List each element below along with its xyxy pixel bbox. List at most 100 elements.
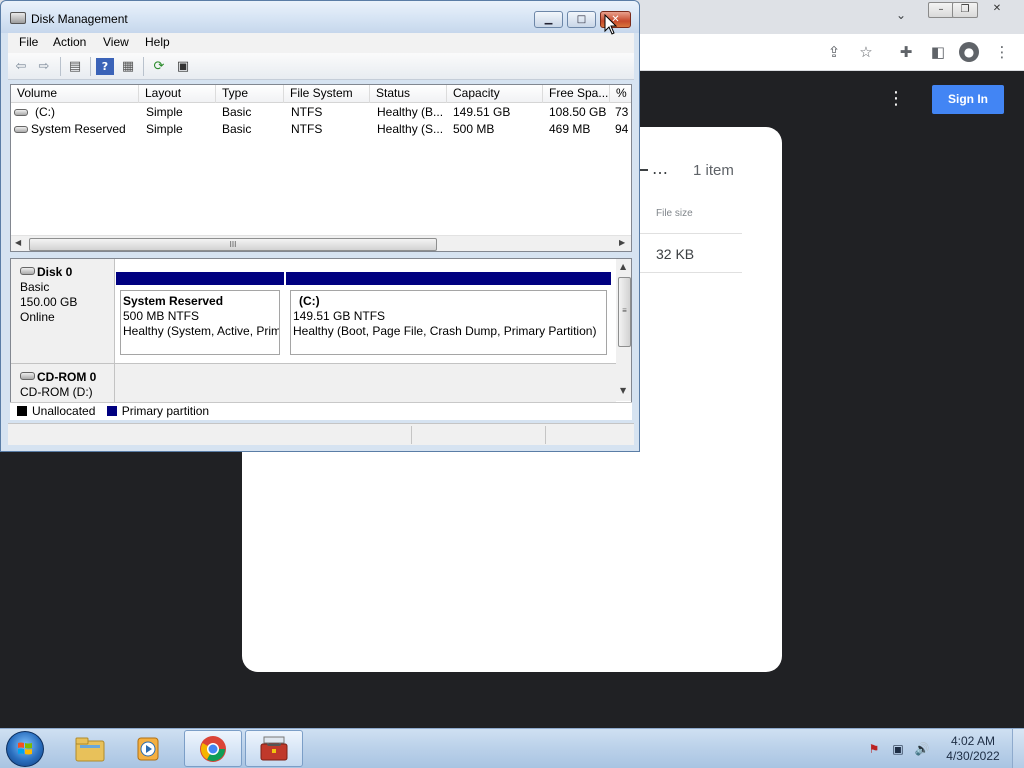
tab-search-chevron-icon[interactable]: ⌄ <box>896 8 906 22</box>
horizontal-scrollbar[interactable]: ◀ III ▶ <box>11 235 631 251</box>
system-clock[interactable]: 4:02 AM 4/30/2022 <box>938 734 1008 764</box>
disk-type: Basic <box>20 280 50 294</box>
scroll-down-icon[interactable]: ▼ <box>620 386 626 395</box>
file-explorer-taskbar-button[interactable] <box>62 730 120 767</box>
cell-file-system: NTFS <box>291 122 323 136</box>
partition-system-reserved[interactable]: System Reserved 500 MB NTFS Healthy (Sys… <box>116 272 284 358</box>
cdrom0-label[interactable]: CD-ROM 0 CD-ROM (D:) <box>11 364 115 404</box>
start-button[interactable] <box>6 731 44 767</box>
partition-size: 500 MB NTFS <box>123 309 200 323</box>
minimize-button[interactable]: ▁ <box>534 11 563 28</box>
column-header-layout[interactable]: Layout <box>139 85 216 103</box>
chrome-icon <box>200 736 226 762</box>
folder-icon <box>75 737 105 762</box>
extensions-puzzle-icon[interactable]: ✚ <box>896 42 916 62</box>
toolbar: ⇦ ⇨ ▤ ? ▦ ⟳ ▣ <box>8 53 634 80</box>
scrollbar-thumb[interactable]: ≡ <box>618 277 631 347</box>
cell-capacity: 149.51 GB <box>453 105 511 119</box>
cell-free-space: 469 MB <box>549 122 591 136</box>
cdrom-name: CD-ROM 0 <box>37 370 97 384</box>
back-arrow-icon[interactable]: ⇦ <box>12 58 30 75</box>
disk-management-taskbar-button[interactable] <box>245 730 303 767</box>
rescan-icon[interactable]: ▣ <box>174 58 192 75</box>
cdrom-media-area[interactable] <box>115 364 616 404</box>
primary-partition-band <box>286 272 611 285</box>
legend-unallocated: Unallocated <box>32 404 96 418</box>
media-player-taskbar-button[interactable] <box>121 730 179 767</box>
primary-partition-band <box>116 272 284 285</box>
chrome-close-button[interactable]: ✕ <box>984 2 1010 18</box>
cell-type: Basic <box>222 105 252 119</box>
network-icon[interactable]: ▣ <box>890 741 906 757</box>
media-player-icon <box>137 737 159 761</box>
disk0-label[interactable]: Disk 0 Basic 150.00 GB Online <box>11 259 115 363</box>
help-icon[interactable]: ? <box>96 58 114 75</box>
windows-logo-icon <box>18 742 32 755</box>
scroll-left-icon[interactable]: ◀ <box>15 238 21 247</box>
menu-view[interactable]: View <box>103 35 129 49</box>
cell-status: Healthy (B... <box>377 105 444 119</box>
toolbar-separator <box>60 57 61 76</box>
column-header-status[interactable]: Status <box>370 85 447 103</box>
column-header-free-space[interactable]: Free Spa... <box>543 85 610 103</box>
scrollbar-thumb[interactable]: III <box>29 238 437 251</box>
bookmark-star-icon[interactable]: ☆ <box>856 42 876 62</box>
volume-speaker-icon[interactable]: 🔊 <box>914 741 930 757</box>
file-size-column-header: File size <box>656 208 693 219</box>
truncated-title-ellipsis: … <box>652 159 670 178</box>
share-icon[interactable]: ⇪ <box>824 42 844 62</box>
table-row[interactable]: (C:) Simple Basic NTFS Healthy (B... 149… <box>11 104 631 121</box>
chrome-minimize-button[interactable]: – <box>928 2 954 18</box>
drive-icon <box>14 126 28 133</box>
vertical-scrollbar[interactable]: ▲ ≡ ▼ <box>616 259 631 401</box>
sign-in-button[interactable]: Sign In <box>932 85 1004 114</box>
disk-state: Online <box>20 310 55 324</box>
chrome-taskbar-button[interactable] <box>184 730 242 767</box>
scroll-right-icon[interactable]: ▶ <box>619 238 625 247</box>
status-divider <box>411 426 412 444</box>
status-bar <box>8 423 634 445</box>
menu-help[interactable]: Help <box>145 35 170 49</box>
forward-arrow-icon[interactable]: ⇨ <box>35 58 53 75</box>
side-panel-icon[interactable]: ◧ <box>928 42 948 62</box>
taskbar: ⚑ ▣ 🔊 4:02 AM 4/30/2022 <box>0 728 1024 768</box>
more-options-icon[interactable]: ⋮ <box>886 88 906 109</box>
refresh-icon[interactable]: ⟳ <box>150 58 168 75</box>
column-header-capacity[interactable]: Capacity <box>447 85 543 103</box>
clock-time: 4:02 AM <box>950 734 996 748</box>
partition-name: (C:) <box>299 294 320 308</box>
column-header-volume[interactable]: Volume <box>11 85 139 103</box>
column-header-percent-free[interactable]: % F <box>610 85 631 103</box>
console-tree-icon[interactable]: ▤ <box>66 58 84 75</box>
disk-graphical-view: Disk 0 Basic 150.00 GB Online System Res… <box>10 258 632 420</box>
action-center-flag-icon[interactable]: ⚑ <box>866 741 882 757</box>
title-bar[interactable]: Disk Management ▁ □ ✕ <box>1 1 639 33</box>
toolbar-separator <box>90 57 91 76</box>
properties-icon[interactable]: ▦ <box>119 58 137 75</box>
chrome-menu-icon[interactable]: ⋮ <box>992 42 1012 62</box>
profile-avatar-icon[interactable]: ● <box>959 42 979 62</box>
status-divider <box>545 426 546 444</box>
table-row[interactable]: System Reserved Simple Basic NTFS Health… <box>11 121 631 138</box>
menu-file[interactable]: File <box>19 35 38 49</box>
divider <box>638 272 742 273</box>
scroll-up-icon[interactable]: ▲ <box>620 262 626 271</box>
mouse-cursor-icon <box>604 14 618 35</box>
cell-type: Basic <box>222 122 252 136</box>
show-desktop-button[interactable] <box>1012 729 1024 768</box>
volume-list-header: Volume Layout Type File System Status Ca… <box>11 85 631 103</box>
partition-c[interactable]: (C:) 149.51 GB NTFS Healthy (Boot, Page … <box>286 272 611 358</box>
column-header-type[interactable]: Type <box>216 85 284 103</box>
cell-free-space: 108.50 GB <box>549 105 607 119</box>
menu-action[interactable]: Action <box>53 35 86 49</box>
toolbar-separator <box>143 57 144 76</box>
cell-layout: Simple <box>146 122 183 136</box>
cell-status: Healthy (S... <box>377 122 444 136</box>
maximize-button[interactable]: □ <box>567 11 596 28</box>
partition-status: Healthy (Boot, Page File, Crash Dump, Pr… <box>293 324 597 338</box>
partition-name: System Reserved <box>123 294 224 308</box>
chrome-restore-button[interactable]: ❐ <box>952 2 978 18</box>
cdrom-icon <box>20 372 35 380</box>
file-size-value: 32 KB <box>656 246 695 262</box>
column-header-file-system[interactable]: File System <box>284 85 370 103</box>
